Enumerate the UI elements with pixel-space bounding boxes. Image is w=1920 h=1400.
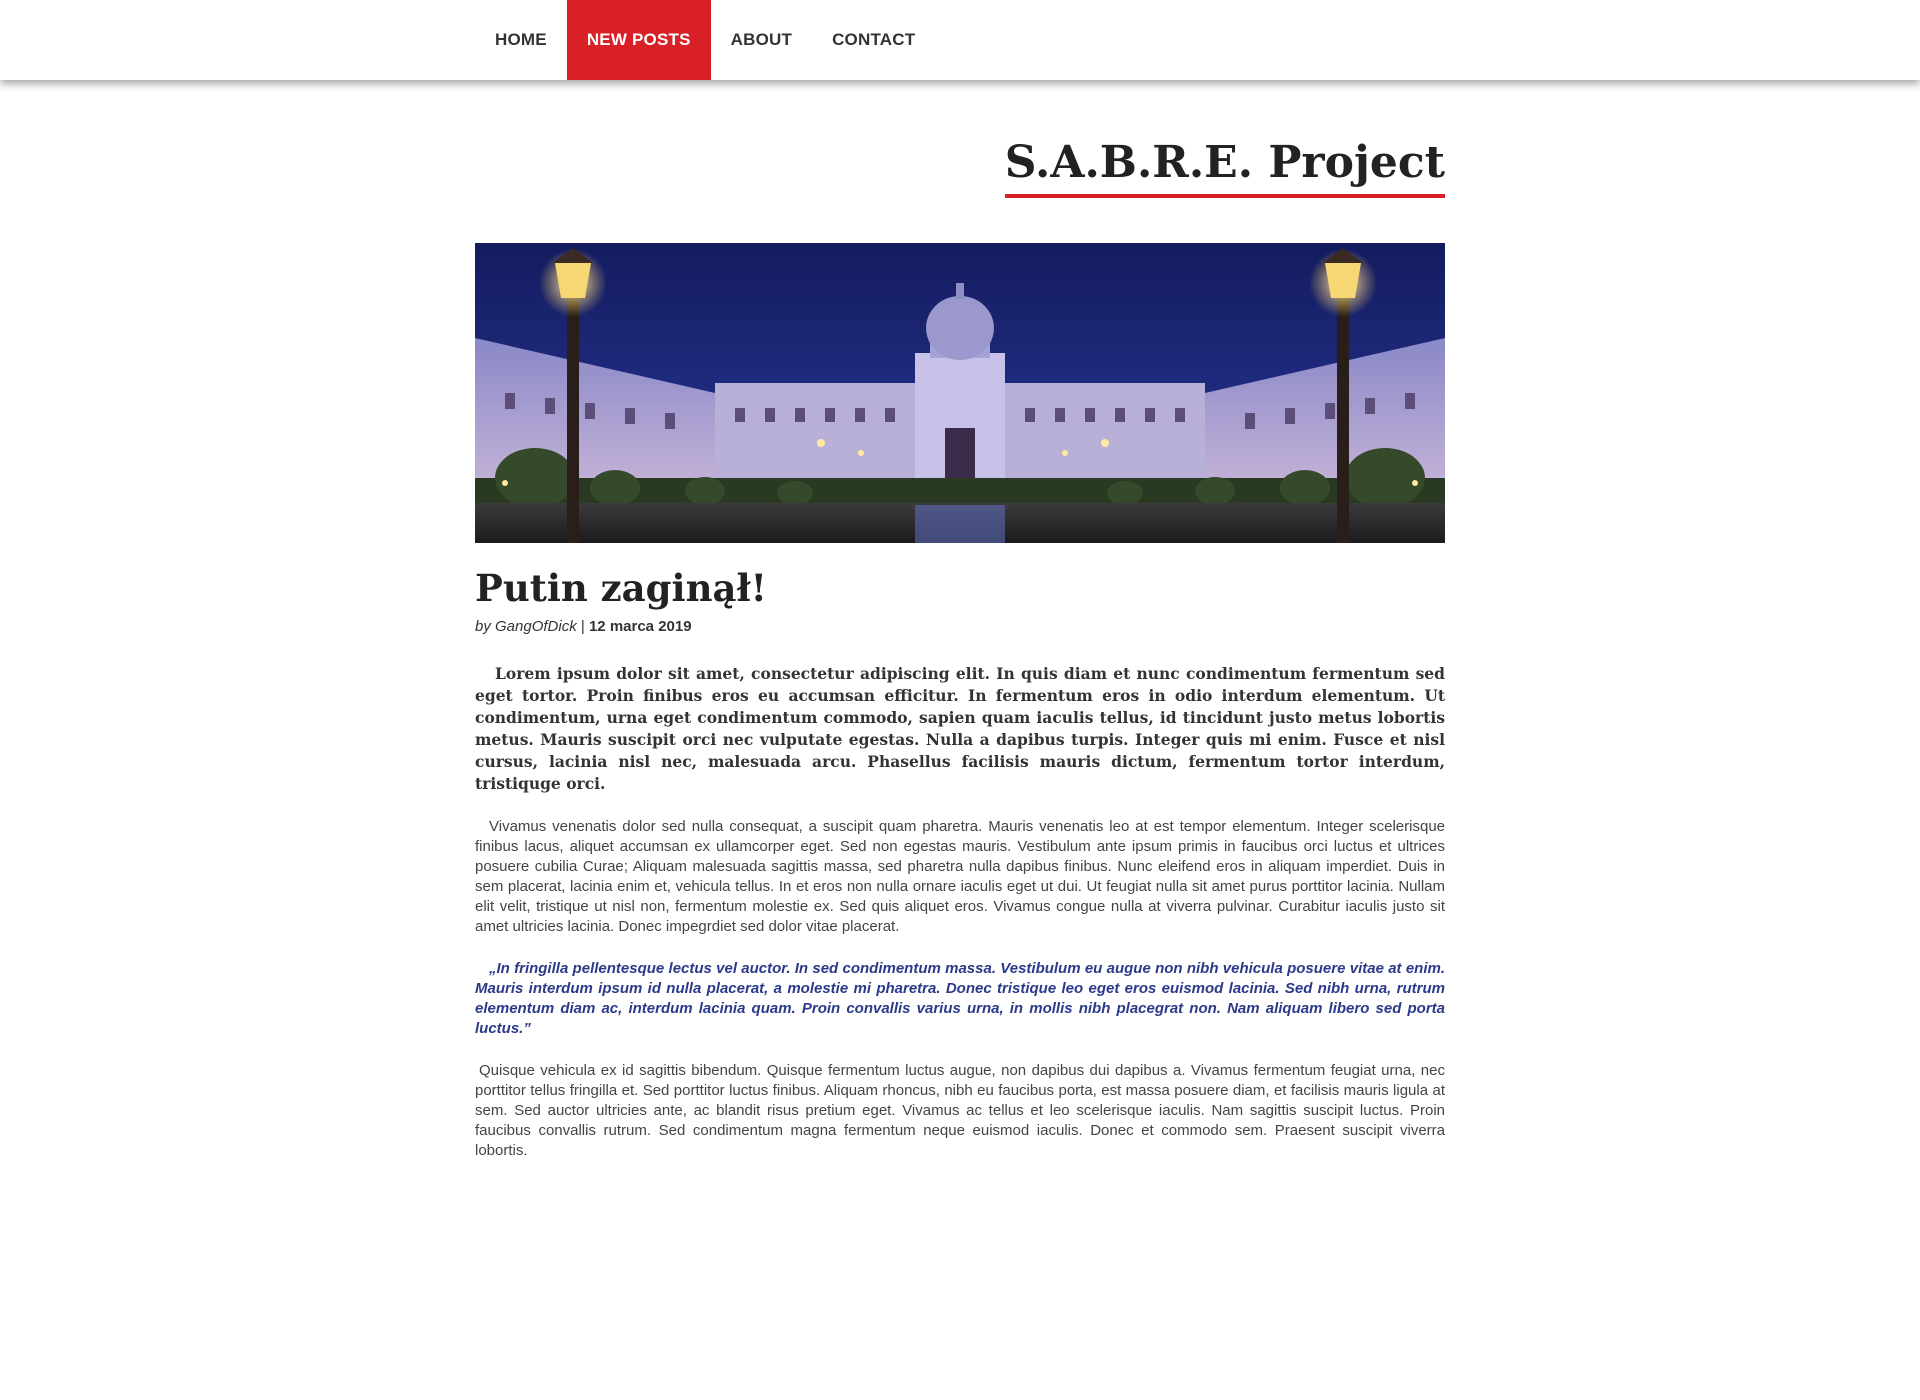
post-paragraph: Quisque vehicula ex id sagittis bibendum… [475,1062,1445,1159]
post-date: 12 marca 2019 [588,618,692,635]
main-nav: HOME NEW POSTS ABOUT CONTACT [475,0,935,80]
article: Putin zaginął! by GangOfDick | 12 marca … [475,560,1445,1161]
site-header: S.A.B.R.E. Project [1004,136,1445,198]
site-title[interactable]: S.A.B.R.E. Project [1004,136,1445,198]
post-title[interactable]: Putin zaginął! [475,560,1445,616]
nav-item-home[interactable]: HOME [475,0,567,80]
palace-night-illustration [475,243,1445,543]
nav-item-new-posts[interactable]: NEW POSTS [566,0,711,80]
post-meta: by GangOfDick | 12 marca 2019 [475,618,1445,635]
post-paragraph: Vivamus venenatis dolor sed nulla conseq… [475,818,1445,935]
post-lead-paragraph: Lorem ipsum dolor sit amet, consectetur … [475,664,1445,793]
post-author[interactable]: by GangOfDick [475,618,577,635]
nav-item-contact[interactable]: CONTACT [812,0,935,80]
hero-image [475,243,1445,543]
nav-item-about[interactable]: ABOUT [711,0,812,80]
post-quote: „In fringilla pellentesque lectus vel au… [475,960,1445,1037]
top-navbar: HOME NEW POSTS ABOUT CONTACT [0,0,1920,80]
meta-separator: | [580,618,585,635]
